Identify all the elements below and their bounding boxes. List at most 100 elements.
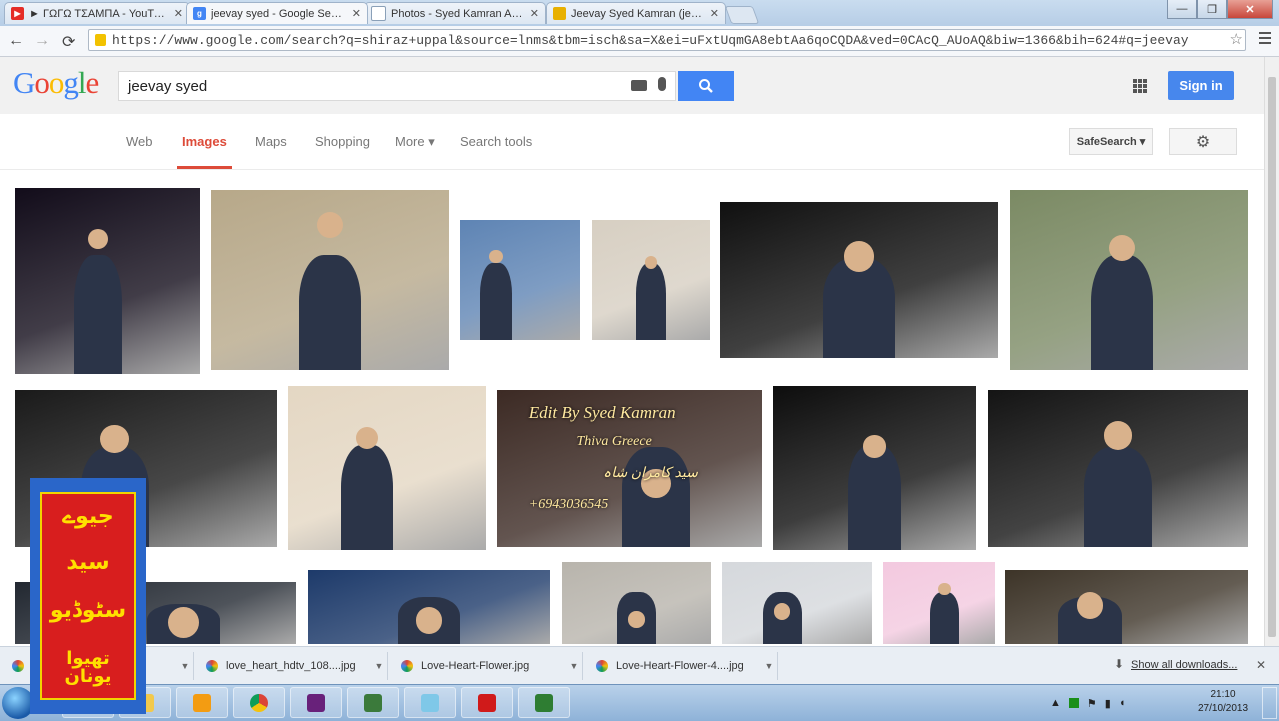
download-item[interactable]: Love-Heart-Flower.jpg ▼	[393, 652, 583, 680]
taskbar-app-button[interactable]	[347, 687, 399, 718]
taskbar-app-button[interactable]	[461, 687, 513, 718]
taskbar-app-button[interactable]	[176, 687, 228, 718]
logo-letter: l	[77, 65, 87, 100]
tab-images[interactable]: Images	[177, 134, 232, 169]
flag-icon[interactable]: ⚑	[1087, 697, 1097, 710]
page-scrollbar[interactable]	[1264, 57, 1279, 647]
address-bar[interactable]: https://www.google.com/search?q=shiraz+u…	[88, 29, 1246, 51]
tab-google-search[interactable]: g jeevay syed - Google Search ✕	[186, 2, 368, 24]
tab-photos[interactable]: Photos - Syed Kamran Abbas ✕	[364, 2, 546, 24]
image-result[interactable]	[988, 390, 1248, 547]
apps-grid-icon[interactable]	[1133, 79, 1147, 93]
tray-app-icon[interactable]	[1068, 698, 1079, 708]
image-result[interactable]	[773, 386, 976, 550]
visual-studio-icon	[307, 693, 325, 712]
safesearch-dropdown[interactable]: SafeSearch ▾	[1069, 128, 1153, 155]
minimize-button[interactable]: —	[1167, 0, 1197, 19]
image-result[interactable]	[1010, 190, 1248, 370]
tab-maps[interactable]: Maps	[255, 134, 287, 149]
show-all-downloads-link[interactable]: Show all downloads...	[1131, 659, 1237, 671]
image-overlay-text: سید کامران شاہ	[603, 466, 698, 482]
close-icon[interactable]: ✕	[174, 7, 183, 20]
chrome-file-icon	[596, 660, 608, 672]
image-result[interactable]	[592, 220, 710, 340]
photo-subject-head	[863, 435, 886, 458]
logo-line: جیوے	[62, 504, 114, 529]
download-item[interactable]: Love-Heart-Flower-4....jpg ▼	[588, 652, 778, 680]
image-overlay-text: +6943036545	[528, 496, 609, 512]
camera-icon[interactable]	[631, 80, 647, 91]
logo-line: سید	[66, 550, 110, 575]
search-nav: Web Images Maps Shopping More ▾ Search t…	[0, 114, 1264, 170]
reload-button[interactable]: ⟳	[62, 32, 75, 52]
close-icon[interactable]: ✕	[352, 7, 361, 20]
image-result[interactable]	[211, 190, 449, 370]
photo-subject-head	[100, 424, 129, 454]
search-input[interactable]: jeevay syed	[118, 71, 676, 101]
tab-title: jeevay syed - Google Search	[211, 7, 347, 20]
chevron-down-icon[interactable]: ▼	[761, 661, 777, 671]
close-icon[interactable]: ✕	[530, 7, 539, 20]
tab-youtube[interactable]: ▶ ► ΓΩΓΩ ΤΣΑΜΠΑ - YouTube ✕	[4, 2, 190, 24]
download-item[interactable]: love_heart_hdtv_108....jpg ▼	[198, 652, 388, 680]
tab-more[interactable]: More ▾	[395, 134, 435, 150]
photo-subject-head	[1103, 421, 1133, 450]
image-result[interactable]	[562, 562, 711, 644]
clock[interactable]: 21:10 27/10/2013	[1198, 688, 1248, 716]
microphone-icon[interactable]	[658, 77, 666, 91]
taskbar-app-button[interactable]	[290, 687, 342, 718]
search-button[interactable]	[678, 71, 734, 101]
close-window-button[interactable]: ✕	[1227, 0, 1273, 19]
image-result[interactable]	[722, 562, 872, 644]
browser-toolbar: ← → ⟳ https://www.google.com/search?q=sh…	[0, 26, 1279, 57]
image-result[interactable]	[308, 570, 550, 644]
photo-subject-head	[1076, 592, 1104, 619]
maximize-button[interactable]: ❐	[1197, 0, 1227, 19]
chevron-down-icon[interactable]: ▼	[566, 661, 582, 671]
google-logo[interactable]: Google	[13, 65, 99, 101]
image-result[interactable]	[1005, 570, 1248, 644]
image-result[interactable]	[460, 220, 580, 340]
search-query: jeevay syed	[128, 77, 208, 95]
chrome-file-icon	[401, 660, 413, 672]
chevron-down-icon[interactable]: ▼	[177, 661, 193, 671]
photo-subject	[635, 263, 667, 340]
image-result[interactable]	[15, 188, 200, 374]
close-icon[interactable]: ✕	[710, 7, 719, 20]
monitor-icon	[535, 693, 553, 712]
photo-subject-head	[628, 611, 645, 628]
image-result[interactable]	[883, 562, 995, 644]
tray-arrow-icon[interactable]: ▲	[1050, 697, 1061, 709]
clock-date: 27/10/2013	[1198, 703, 1249, 714]
chevron-down-icon[interactable]: ▼	[371, 661, 387, 671]
tab-title: Photos - Syed Kamran Abbas	[391, 7, 525, 20]
taskbar-app-button[interactable]	[233, 687, 285, 718]
network-icon[interactable]: ▮	[1105, 697, 1111, 710]
bookmark-star-icon[interactable]: ☆	[1230, 30, 1243, 48]
settings-button[interactable]: ⚙	[1169, 128, 1237, 155]
image-result[interactable]	[720, 202, 998, 358]
chrome-menu-icon[interactable]	[1259, 32, 1271, 44]
volume-icon[interactable]: ◖	[1119, 697, 1126, 709]
show-desktop-button[interactable]	[1262, 687, 1277, 719]
image-result[interactable]	[288, 386, 486, 550]
image-result[interactable]: Edit By Syed Kamran Thiva Greece سید کامرا…	[497, 390, 762, 547]
photo-subject-head	[316, 211, 344, 238]
scrollbar-thumb[interactable]	[1268, 77, 1276, 637]
taskbar-app-button[interactable]	[404, 687, 456, 718]
logo-line: تھیوا یونان	[64, 648, 112, 687]
google-icon: g	[193, 7, 206, 20]
tab-jeevay-syed[interactable]: Jeevay Syed Kamran (jeevay ✕	[546, 2, 726, 24]
back-button[interactable]: ←	[8, 32, 24, 50]
download-name: Love-Heart-Flower.jpg	[421, 660, 530, 672]
new-tab-button[interactable]	[724, 6, 760, 24]
tab-shopping[interactable]: Shopping	[315, 134, 370, 149]
taskbar-app-button[interactable]	[518, 687, 570, 718]
sign-in-button[interactable]: Sign in	[1168, 71, 1234, 100]
forward-button[interactable]: →	[34, 32, 50, 50]
close-downloads-button[interactable]: ✕	[1256, 658, 1266, 672]
clock-time: 21:10	[1210, 689, 1236, 700]
tab-web[interactable]: Web	[126, 134, 153, 149]
image-overlay-text: Edit By Syed Kamran	[528, 402, 676, 422]
search-tools-button[interactable]: Search tools	[460, 134, 532, 149]
